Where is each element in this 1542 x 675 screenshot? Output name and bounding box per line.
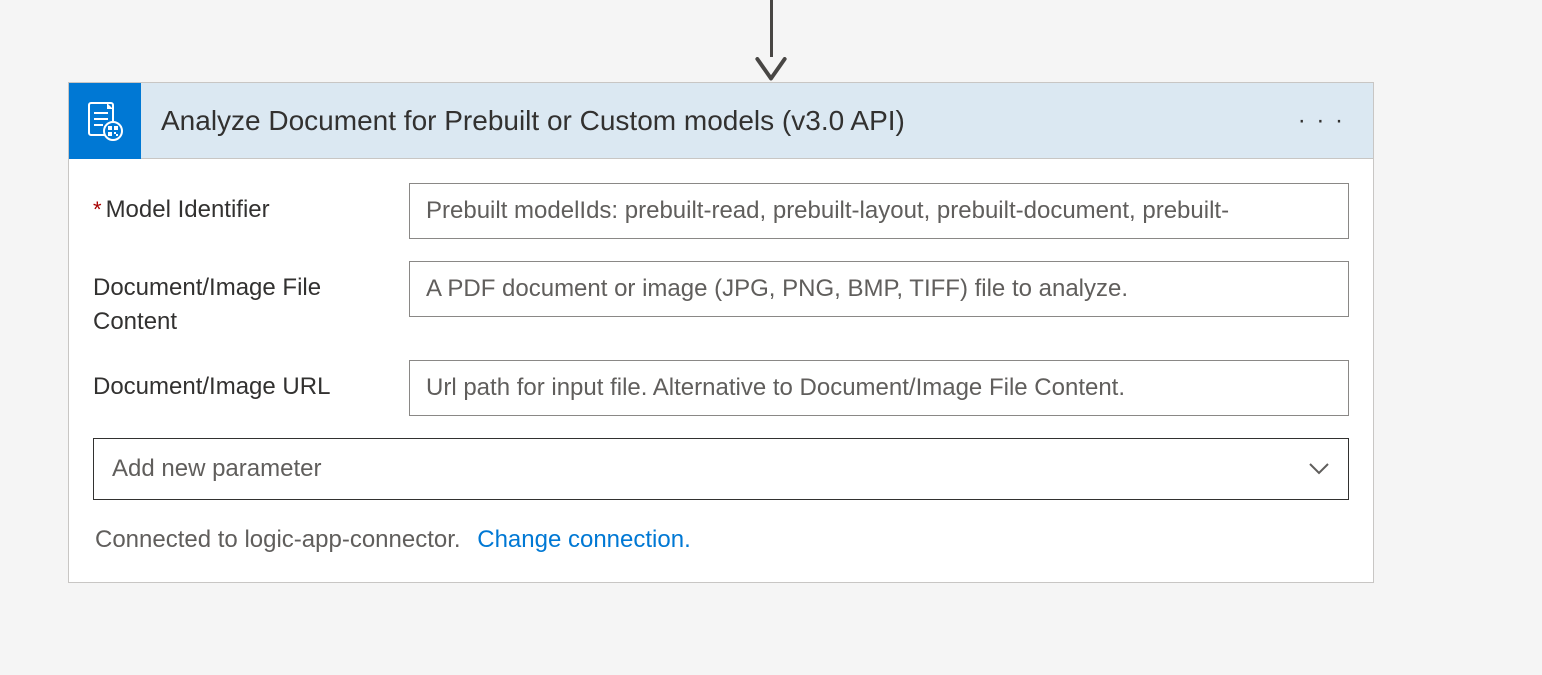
card-body: Model Identifier Document/Image File Con… [69, 159, 1373, 582]
action-icon-box [69, 83, 141, 159]
url-input[interactable] [409, 360, 1349, 416]
model-identifier-label: Model Identifier [93, 183, 409, 227]
file-content-input[interactable] [409, 261, 1349, 317]
field-row-file-content: Document/Image File Content [93, 261, 1349, 338]
file-content-label: Document/Image File Content [93, 261, 409, 338]
flow-arrow [753, 0, 789, 82]
card-header[interactable]: Analyze Document for Prebuilt or Custom … [69, 83, 1373, 159]
action-card: Analyze Document for Prebuilt or Custom … [68, 82, 1374, 583]
field-row-model-identifier: Model Identifier [93, 183, 1349, 239]
url-label: Document/Image URL [93, 360, 409, 404]
dropdown-placeholder: Add new parameter [112, 455, 321, 483]
document-scan-icon [83, 99, 127, 143]
arrow-line [770, 0, 773, 57]
connection-status-row: Connected to logic-app-connector. Change… [93, 526, 1349, 554]
change-connection-link[interactable]: Change connection. [477, 526, 691, 553]
arrow-down-icon [753, 57, 789, 82]
connection-status-text: Connected to logic-app-connector. [95, 526, 461, 553]
ellipsis-icon: · · · [1298, 107, 1345, 134]
card-title: Analyze Document for Prebuilt or Custom … [141, 105, 1298, 137]
card-menu-button[interactable]: · · · [1298, 107, 1373, 135]
add-parameter-dropdown[interactable]: Add new parameter [93, 438, 1349, 500]
field-row-url: Document/Image URL [93, 360, 1349, 416]
chevron-down-icon [1308, 455, 1330, 483]
model-identifier-input[interactable] [409, 183, 1349, 239]
